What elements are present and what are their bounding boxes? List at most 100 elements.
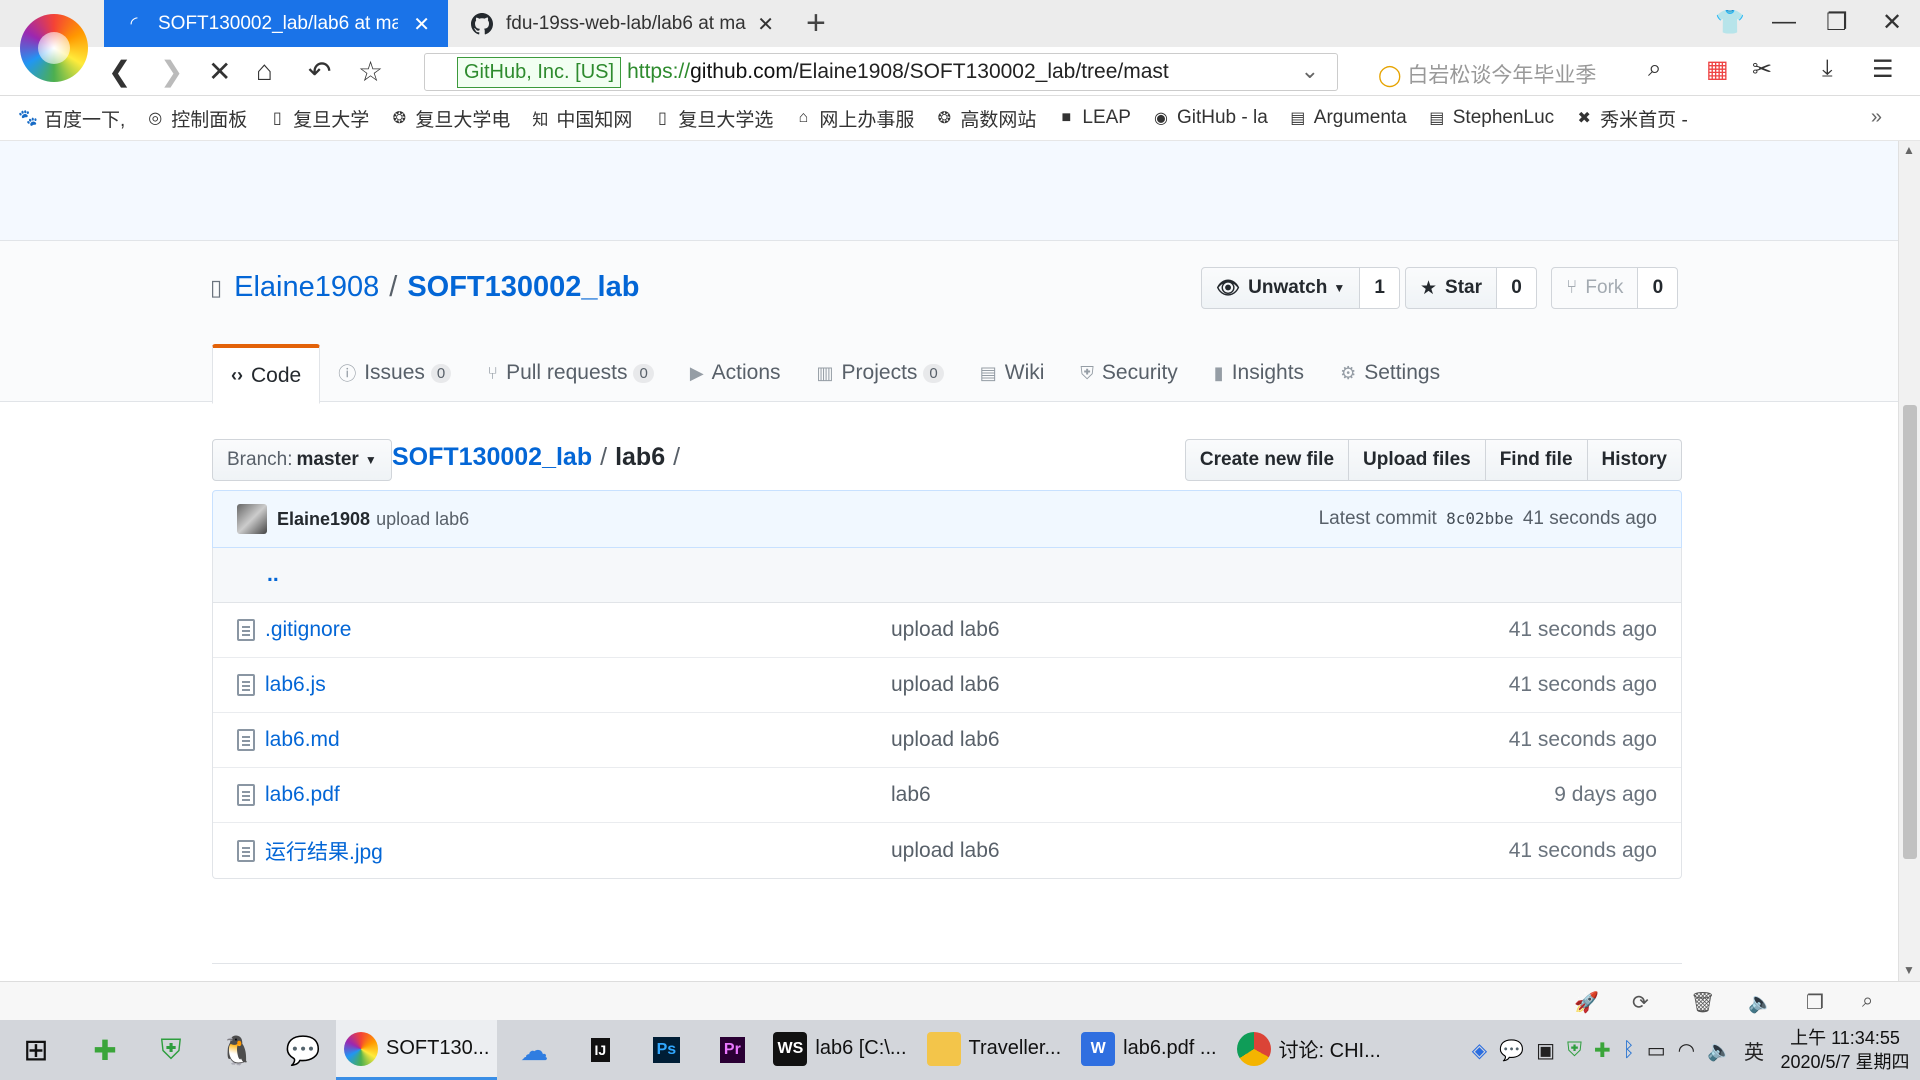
scrollbar[interactable]: ▲ ▼ <box>1898 141 1920 981</box>
taskbar-app-webstorm[interactable]: WS lab6 [C:\... <box>765 1020 914 1080</box>
bookmark-item[interactable]: 知中国知网 <box>530 105 632 132</box>
bookmark-item[interactable]: ▤ StephenLuc <box>1427 107 1554 129</box>
file-name-link[interactable]: lab6.js <box>265 673 895 697</box>
star-count[interactable]: 0 <box>1497 267 1538 309</box>
tab-inactive[interactable]: fdu-19ss-web-lab/lab6 at ma ✕ <box>452 0 792 47</box>
clock[interactable]: 上午 11:34:55 2020/5/7 星期四 <box>1770 1026 1920 1074</box>
speaker-icon[interactable]: 🔈 <box>1748 990 1773 1015</box>
taskbar-app-folder[interactable]: Traveller... <box>919 1020 1070 1080</box>
tab-active[interactable]: ◜ SOFT130002_lab/lab6 at mas ✕ <box>104 0 448 47</box>
file-commit-message[interactable]: upload lab6 <box>891 839 1000 863</box>
bookmark-item[interactable]: ▯ 复旦大学 <box>267 105 369 132</box>
breadcrumb-root-link[interactable]: SOFT130002_lab <box>392 443 592 472</box>
find-file-button[interactable]: Find file <box>1485 439 1588 481</box>
undo-button[interactable]: ↶ <box>308 55 331 88</box>
url-field[interactable]: GitHub, Inc. [US] https://github.com/Ela… <box>424 53 1338 91</box>
tab-actions[interactable]: ▶ Actions <box>672 344 799 402</box>
bluetooth-icon[interactable]: ᛒ <box>1623 1039 1635 1062</box>
more-bookmarks-icon[interactable]: » <box>1871 106 1882 129</box>
commit-message[interactable]: upload lab6 <box>376 509 469 530</box>
file-name-link[interactable]: .gitignore <box>265 618 895 642</box>
qq-icon[interactable]: 🐧 <box>204 1020 270 1080</box>
bookmark-item[interactable]: ❂ 高数网站 <box>934 105 1037 132</box>
taskbar-app-chrome[interactable]: 讨论: CHI... <box>1229 1020 1389 1080</box>
unwatch-button[interactable]: 👁 Unwatch ▼ <box>1201 267 1361 309</box>
forward-button[interactable]: ❯ <box>160 55 183 88</box>
file-name-link[interactable]: lab6.pdf <box>265 783 895 807</box>
new-tab-button[interactable]: + <box>806 4 826 43</box>
bookmark-item[interactable]: ◉ GitHub - la <box>1151 107 1268 129</box>
taskbar-app-browser[interactable]: SOFT130... <box>336 1020 498 1080</box>
ime-indicator[interactable]: 英 <box>1744 1036 1764 1065</box>
file-commit-message[interactable]: upload lab6 <box>891 673 1000 697</box>
volume-icon[interactable]: 🔈 <box>1707 1038 1732 1063</box>
commit-author-link[interactable]: Elaine1908 <box>277 509 370 530</box>
repo-owner-link[interactable]: Elaine1908 <box>234 271 379 304</box>
stop-button[interactable]: ✕ <box>208 55 231 88</box>
360-tray-icon[interactable]: ✚ <box>1594 1038 1611 1063</box>
tab-projects[interactable]: ▥ Projects 0 <box>799 344 962 402</box>
tray-app-icon[interactable]: ▣ <box>1536 1038 1555 1063</box>
rocket-icon[interactable]: 🚀 <box>1574 990 1599 1015</box>
tab-code[interactable]: ‹› Code <box>212 344 321 404</box>
back-button[interactable]: ❮ <box>108 55 131 88</box>
bookmark-item[interactable]: ■ LEAP <box>1056 107 1131 129</box>
star-button[interactable]: ★ Star <box>1405 267 1498 309</box>
file-commit-message[interactable]: lab6 <box>891 783 931 807</box>
bookmark-item[interactable]: ⌂ 网上办事服 <box>793 105 915 132</box>
bookmark-item[interactable]: ✖ 秀米首页 - <box>1574 105 1687 132</box>
bookmark-item[interactable]: ◎ 控制面板 <box>145 105 247 132</box>
tab-issues[interactable]: ⓘ Issues 0 <box>320 344 469 402</box>
home-button[interactable]: ⌂ <box>256 55 273 87</box>
file-name-link[interactable]: lab6.md <box>265 728 895 752</box>
fork-button[interactable]: ⑂ Fork <box>1551 267 1639 309</box>
window-icon[interactable]: ❐ <box>1806 990 1824 1015</box>
premiere-icon[interactable]: Pr <box>699 1020 765 1080</box>
accelerate-icon[interactable]: ⟳ <box>1632 990 1649 1015</box>
bookmark-item[interactable]: ❂ 复旦大学电 <box>389 105 511 132</box>
download-icon[interactable]: ⤓ <box>1822 55 1833 83</box>
restore-button[interactable]: ❐ <box>1826 8 1848 37</box>
close-window-button[interactable]: ✕ <box>1882 8 1902 37</box>
scroll-down-icon[interactable]: ▼ <box>1903 963 1915 977</box>
360-safe-icon[interactable]: ✚ <box>72 1020 138 1080</box>
baidu-netdisk-icon[interactable]: ☁ <box>501 1020 567 1080</box>
windows-start-icon[interactable]: ⊞ <box>0 1020 72 1080</box>
file-commit-message[interactable]: upload lab6 <box>891 618 1000 642</box>
bookmark-item[interactable]: ▤ Argumenta <box>1288 107 1407 129</box>
parent-dir-link[interactable]: .. <box>213 548 1681 603</box>
zoom-icon[interactable]: ⌕ <box>1862 990 1873 1013</box>
battery-icon[interactable]: ▭ <box>1647 1038 1666 1063</box>
file-name-link[interactable]: 运行结果.jpg <box>265 836 895 866</box>
bookmark-item[interactable]: 🐾 百度一下, <box>18 105 125 132</box>
watch-count[interactable]: 1 <box>1360 267 1401 309</box>
intellij-icon[interactable]: IJ <box>567 1020 633 1080</box>
bookmark-item[interactable]: ▯ 复旦大学选 <box>652 105 773 132</box>
scroll-up-icon[interactable]: ▲ <box>1903 143 1915 157</box>
photoshop-icon[interactable]: Ps <box>633 1020 699 1080</box>
browser-logo[interactable] <box>20 14 88 82</box>
branch-select[interactable]: Branch: master ▼ <box>212 439 392 481</box>
shield-icon[interactable]: ⛨ <box>138 1020 204 1080</box>
minimize-button[interactable]: — <box>1772 8 1796 36</box>
upload-files-button[interactable]: Upload files <box>1349 439 1486 481</box>
favorite-star-icon[interactable]: ☆ <box>358 55 383 88</box>
history-button[interactable]: History <box>1587 439 1682 481</box>
scissors-icon[interactable]: ✂ <box>1752 55 1772 84</box>
shirt-icon[interactable]: 👕 <box>1715 8 1745 37</box>
close-icon[interactable]: ✕ <box>757 12 774 37</box>
close-icon[interactable]: ✕ <box>413 12 430 37</box>
fork-count[interactable]: 0 <box>1638 267 1679 309</box>
search-field[interactable]: ◯ 白岩松谈今年毕业季 <box>1378 59 1678 89</box>
shield-tray-icon[interactable]: ⛨ <box>1567 1039 1582 1062</box>
tab-pull-requests[interactable]: ⑂ Pull requests 0 <box>469 344 672 402</box>
repo-name-link[interactable]: SOFT130002_lab <box>407 271 639 304</box>
wifi-icon[interactable]: ◠ <box>1678 1038 1695 1063</box>
wechat-tray-icon[interactable]: 💬 <box>1499 1038 1524 1063</box>
taskbar-app-pdf[interactable]: W lab6.pdf ... <box>1073 1020 1224 1080</box>
commit-sha-link[interactable]: 8c02bbe <box>1446 509 1513 528</box>
dropbox-icon[interactable]: ◈ <box>1472 1038 1487 1063</box>
tab-settings[interactable]: ⚙ Settings <box>1322 344 1458 402</box>
menu-icon[interactable]: ☰ <box>1872 55 1894 84</box>
tab-insights[interactable]: ▮ Insights <box>1196 344 1322 402</box>
